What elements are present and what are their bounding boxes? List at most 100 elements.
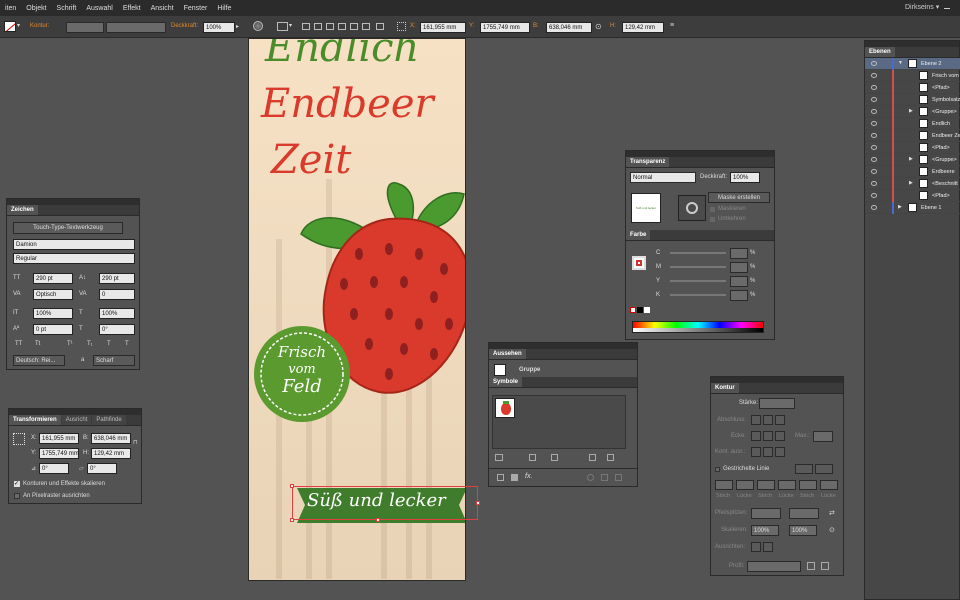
transform-icon-5[interactable] — [350, 23, 358, 30]
layer-row[interactable]: ▶ <Gruppe> — [865, 154, 960, 166]
black-swatch[interactable] — [637, 307, 643, 313]
clear-icon[interactable] — [587, 474, 594, 481]
type-button-4[interactable]: T₁ — [87, 341, 93, 347]
white-swatch[interactable] — [644, 307, 650, 313]
visibility-eye-icon[interactable] — [871, 193, 877, 198]
visibility-eye-icon[interactable] — [871, 169, 877, 174]
tab-farbe[interactable]: Farbe — [626, 230, 651, 240]
visibility-eye-icon[interactable] — [871, 133, 877, 138]
scale-strokes-checkbox[interactable]: ✓ — [14, 481, 20, 487]
menu-item-schrift[interactable]: Schrift — [52, 5, 82, 12]
layer-row[interactable]: ▶ <Beschnitt — [865, 178, 960, 190]
visibility-eye-icon[interactable] — [871, 205, 877, 210]
fx-icon[interactable]: fx. — [525, 473, 532, 480]
stroke-label[interactable]: Kontur: — [30, 23, 49, 29]
expand-arrow-icon[interactable]: ▶ — [898, 204, 902, 210]
visibility-eye-icon[interactable] — [871, 121, 877, 126]
tab-transparenz[interactable]: Transparenz — [626, 157, 670, 167]
dash-field[interactable] — [757, 480, 775, 490]
miter-limit-field[interactable] — [813, 431, 833, 442]
fill-swatch[interactable] — [4, 21, 16, 32]
menu-item-fenster[interactable]: Fenster — [179, 5, 213, 12]
transform-y-field[interactable]: 1755,749 mm — [39, 448, 79, 459]
expand-arrow-icon[interactable]: ▶ — [909, 180, 913, 186]
antialias-field[interactable]: Scharf — [93, 355, 135, 366]
expand-arrow-icon[interactable]: ▶ — [909, 108, 913, 114]
y-slider[interactable] — [670, 280, 726, 282]
visibility-eye-icon[interactable] — [871, 157, 877, 162]
strawberry-symbol[interactable] — [495, 398, 515, 418]
angle-field[interactable]: 0° — [39, 463, 69, 474]
k-slider[interactable] — [670, 294, 726, 296]
dashed-checkbox[interactable] — [715, 467, 720, 472]
tab-aussehen[interactable]: Aussehen — [489, 349, 526, 359]
dash-field[interactable] — [820, 480, 838, 490]
layer-row[interactable]: Endlich — [865, 118, 960, 130]
type-button-3[interactable]: T¹ — [67, 341, 73, 347]
arrow-align-1-button[interactable] — [751, 542, 761, 552]
y-field[interactable] — [730, 276, 748, 287]
visibility-eye-icon[interactable] — [871, 145, 877, 150]
swap-arrows-icon[interactable]: ⇄ — [829, 509, 835, 517]
c-slider[interactable] — [670, 252, 726, 254]
duplicate-icon[interactable] — [601, 474, 608, 481]
type-button-1[interactable]: TT — [15, 341, 22, 347]
new-symbol-icon[interactable] — [589, 454, 596, 461]
transform-icon-6[interactable] — [362, 23, 370, 30]
h-field[interactable]: 129,42 mm — [622, 22, 664, 33]
selection-handle[interactable] — [290, 484, 294, 488]
badge-text[interactable]: Frisch vom Feld — [254, 344, 350, 396]
selection-handle[interactable] — [376, 518, 380, 522]
visibility-eye-icon[interactable] — [871, 97, 877, 102]
font-style-field[interactable]: Regular — [13, 253, 135, 264]
selection-handle[interactable] — [476, 501, 480, 505]
color-spectrum[interactable] — [632, 321, 764, 333]
align-icon[interactable] — [277, 22, 288, 31]
transform-icon-7[interactable] — [376, 23, 384, 30]
recolor-icon[interactable] — [253, 21, 263, 31]
visibility-eye-icon[interactable] — [871, 181, 877, 186]
fill-stroke-icon[interactable] — [632, 256, 646, 270]
mask-icon[interactable] — [678, 195, 706, 221]
corner-bevel-button[interactable] — [775, 431, 785, 441]
layer-row[interactable]: Frisch vom — [865, 70, 960, 82]
c-field[interactable] — [730, 248, 748, 259]
type-button-6[interactable]: T — [125, 341, 129, 347]
visibility-eye-icon[interactable] — [871, 61, 877, 66]
m-field[interactable] — [730, 262, 748, 273]
transform-icon-1[interactable] — [302, 23, 310, 30]
layer-row[interactable]: ▼ Ebene 2 — [865, 58, 960, 70]
opacity-label[interactable]: Deckkraft: — [171, 23, 198, 29]
opacity-arrow-icon[interactable]: ▸ — [236, 23, 239, 30]
layer-row[interactable]: Endbeer Ze — [865, 130, 960, 142]
headline-endbeer[interactable]: Endbeer — [261, 81, 434, 127]
layer-row[interactable]: Erdbeere — [865, 166, 960, 178]
language-field[interactable]: Deutsch: Rei... — [13, 355, 65, 366]
transform-icon-3[interactable] — [326, 23, 334, 30]
transform-h-field[interactable]: 129,42 mm — [91, 448, 131, 459]
make-mask-button[interactable]: Maske erstellen — [708, 192, 770, 203]
menu-item-auswahl[interactable]: Auswahl — [81, 5, 117, 12]
kerning-field[interactable]: Optisch — [33, 289, 73, 300]
fill-dropdown[interactable]: ▾ — [17, 22, 20, 29]
clip-checkbox[interactable] — [710, 207, 715, 212]
link-scale-icon[interactable]: ⊙ — [829, 526, 835, 534]
visibility-eye-icon[interactable] — [871, 85, 877, 90]
dash-exact-button[interactable] — [795, 464, 813, 474]
flip2-icon[interactable] — [821, 562, 829, 570]
invert-checkbox[interactable] — [710, 217, 715, 222]
type-button-5[interactable]: T — [107, 341, 111, 347]
leading-field[interactable]: 290 pt — [99, 273, 135, 284]
layer-row[interactable]: <Pfad> — [865, 190, 960, 202]
corner-round-button[interactable] — [763, 431, 773, 441]
weight-field[interactable] — [759, 398, 795, 409]
cap-square-button[interactable] — [775, 415, 785, 425]
align-dropdown-icon[interactable]: ▾ — [289, 22, 292, 29]
align-inside-button[interactable] — [763, 447, 773, 457]
reference-point-icon[interactable] — [13, 433, 25, 445]
transform-icon-2[interactable] — [314, 23, 322, 30]
selection-box[interactable] — [292, 486, 478, 520]
b-field[interactable]: 638,046 mm — [546, 22, 592, 33]
dash-field[interactable] — [715, 480, 733, 490]
more-options-icon[interactable]: ≡ — [670, 22, 674, 29]
